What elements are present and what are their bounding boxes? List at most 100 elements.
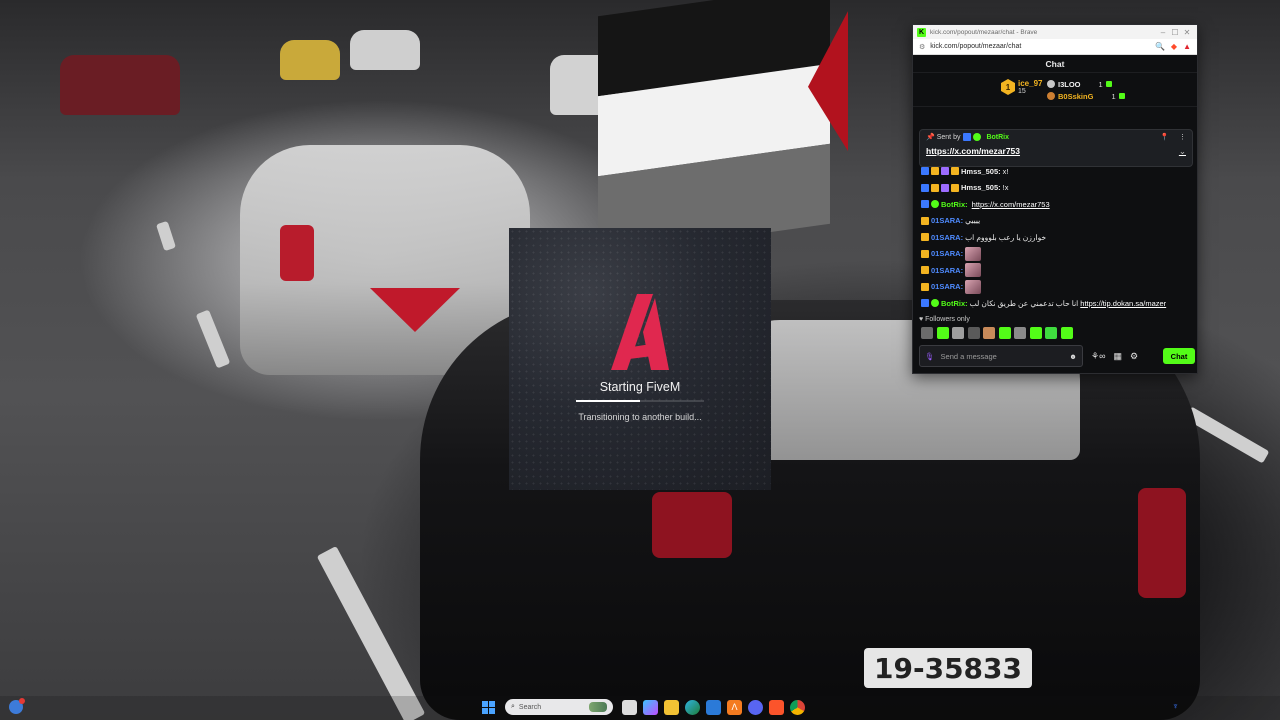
chat-messages: Hmss_505: x! Hmss_505: !x BotRix: https://x.c… — [921, 163, 1193, 312]
distant-car — [280, 40, 340, 80]
road-marking — [316, 545, 426, 720]
chat-message: 01SARA: — [921, 279, 1193, 296]
system-tray-icon[interactable]: ♆ — [1172, 701, 1182, 713]
cr-badge-icon — [951, 167, 959, 176]
app-icon[interactable] — [706, 699, 721, 715]
quick-emote[interactable] — [936, 327, 949, 339]
pinned-message[interactable]: 📌 Sent by BotRix 📍 ⋮ https://x.com/mezar… — [919, 129, 1193, 167]
fivem-splash-window: Starting FiveM Transitioning to another … — [509, 228, 771, 490]
leaderboard-top-name[interactable]: ice_97 — [1018, 79, 1042, 88]
chevron-down-icon[interactable]: ⌄ — [1179, 146, 1186, 157]
splash-status: Transitioning to another build... — [578, 412, 702, 422]
zoom-icon[interactable]: 🔍 — [1155, 42, 1165, 51]
taskbar-search[interactable]: ⌕ Search — [505, 699, 613, 715]
chat-text: خوارزن يا رعب بلوووم اب — [965, 232, 1047, 242]
leaderboard-entry[interactable]: B0SskinG 1 — [1047, 90, 1125, 102]
chat-message: BotRix: https://x.com/mezar753 — [921, 196, 1193, 213]
maximize-button[interactable]: ☐ — [1169, 28, 1181, 37]
kick-favicon-icon: K — [917, 27, 926, 37]
leaderboard-entry-count: 1 — [1111, 91, 1116, 101]
window-titlebar: K kick.com/popout/mezaar/chat - Brave – … — [913, 25, 1197, 39]
chat-username[interactable]: 01SARA: — [931, 249, 963, 258]
tw-badge-icon — [921, 167, 929, 176]
emoji-picker-icon[interactable]: ☻ — [1069, 352, 1077, 361]
cr-badge-icon — [931, 167, 939, 176]
shop-icon[interactable]: ▦ — [1113, 351, 1122, 362]
quick-emote[interactable] — [998, 327, 1011, 339]
cr-badge-icon — [931, 183, 939, 192]
points-icon[interactable]: ⚘∞ — [1091, 351, 1105, 362]
minimize-button[interactable]: – — [1157, 28, 1169, 37]
chat-text: !x — [1002, 183, 1009, 193]
close-button[interactable]: ✕ — [1181, 28, 1193, 37]
leaderboard-entry-name: I3LOO — [1058, 79, 1081, 89]
brave-icon[interactable] — [769, 699, 784, 715]
medal-icon — [1047, 80, 1055, 88]
road-marking — [155, 220, 177, 252]
discord-icon[interactable] — [748, 699, 763, 715]
chat-username[interactable]: 01SARA: — [931, 282, 963, 291]
quick-emote[interactable] — [983, 327, 995, 339]
task-view-icon[interactable] — [622, 699, 637, 715]
leaderboard-entry[interactable]: I3LOO 1 — [1047, 78, 1125, 90]
chat-input[interactable]: 🎙 Send a message ☻ — [919, 345, 1083, 367]
taskbar-apps: ⌕ Search Λ — [478, 699, 808, 715]
pinned-sender[interactable]: BotRix — [986, 134, 1009, 141]
site-settings-icon[interactable]: ⚙ — [919, 43, 925, 51]
splash-title: Starting FiveM — [599, 380, 681, 394]
chat-text: انا حاب تدعمني عن طريق نكان لب — [969, 298, 1079, 308]
quick-emote[interactable] — [1029, 327, 1042, 339]
quick-emote-bar — [921, 327, 1076, 339]
quick-emote[interactable] — [952, 327, 964, 339]
file-explorer-icon[interactable] — [664, 699, 679, 715]
leaderboard-entry-count: 1 — [1098, 79, 1103, 89]
pinned-sent-by-label: Sent by — [936, 133, 961, 141]
chat-username[interactable]: 01SARA: — [931, 216, 963, 225]
chat-input-placeholder: Send a message — [940, 351, 997, 361]
url-field[interactable]: kick.com/popout/mezaar/chat — [930, 43, 1149, 50]
quick-emote[interactable] — [1014, 327, 1026, 339]
pin-icon: 📌 — [926, 134, 935, 141]
black-car-taillight — [1138, 488, 1186, 598]
chat-message: Hmss_505: !x — [921, 180, 1193, 197]
heart-icon: ♥ — [919, 316, 924, 323]
chat-username[interactable]: BotRix: — [941, 200, 968, 209]
more-options-icon[interactable]: ⋮ — [1179, 133, 1186, 141]
fivem-taskbar-icon[interactable]: Λ — [727, 699, 742, 715]
settings-gear-icon[interactable]: ⚙ — [1130, 351, 1138, 362]
chat-link[interactable]: https://tip.dokan.sa/mazer — [1080, 299, 1166, 308]
send-chat-button[interactable]: Chat — [1163, 348, 1195, 364]
address-bar: ⚙ kick.com/popout/mezaar/chat 🔍 ◆ ▲ — [913, 39, 1197, 55]
cr-badge-icon — [921, 233, 929, 242]
chat-username[interactable]: Hmss_505: — [961, 183, 1001, 192]
unpin-icon[interactable]: 📍 — [1160, 133, 1169, 141]
chat-username[interactable]: 01SARA: — [931, 266, 963, 275]
pinned-link[interactable]: https://x.com/mezar753 — [926, 146, 1020, 157]
microphone-icon[interactable]: 🎙 — [925, 352, 935, 361]
copilot-icon[interactable] — [643, 699, 658, 715]
notification-dot — [19, 698, 25, 704]
quick-emote[interactable] — [967, 327, 980, 339]
chat-username[interactable]: BotRix: — [941, 299, 968, 308]
chat-username[interactable]: Hmss_505: — [961, 167, 1001, 176]
search-icon: ⌕ — [511, 703, 515, 710]
rank-badge-icon: 1 — [1001, 79, 1015, 95]
road-marking — [195, 309, 231, 369]
edge-icon[interactable] — [685, 699, 700, 715]
quick-emote[interactable] — [1045, 327, 1057, 339]
brave-shields-icon[interactable]: ◆ — [1171, 42, 1177, 51]
chrome-icon[interactable] — [790, 699, 805, 715]
leaderboard-list: I3LOO 1 B0SskinG 1 — [1047, 78, 1125, 102]
chat-emote — [965, 279, 982, 294]
splash-progress-fill — [576, 400, 640, 402]
cr-badge-icon — [921, 282, 929, 291]
brave-rewards-icon[interactable]: ▲ — [1183, 42, 1191, 51]
chat-text: ييييي — [965, 216, 981, 226]
chat-username[interactable]: 01SARA: — [931, 233, 963, 242]
quick-emote[interactable] — [921, 327, 933, 339]
weather-widget-icon[interactable] — [9, 698, 25, 714]
chat-header: Chat — [913, 55, 1197, 73]
chat-link[interactable]: https://x.com/mezar753 — [972, 200, 1050, 209]
quick-emote[interactable] — [1060, 327, 1073, 339]
start-button[interactable] — [481, 700, 496, 715]
